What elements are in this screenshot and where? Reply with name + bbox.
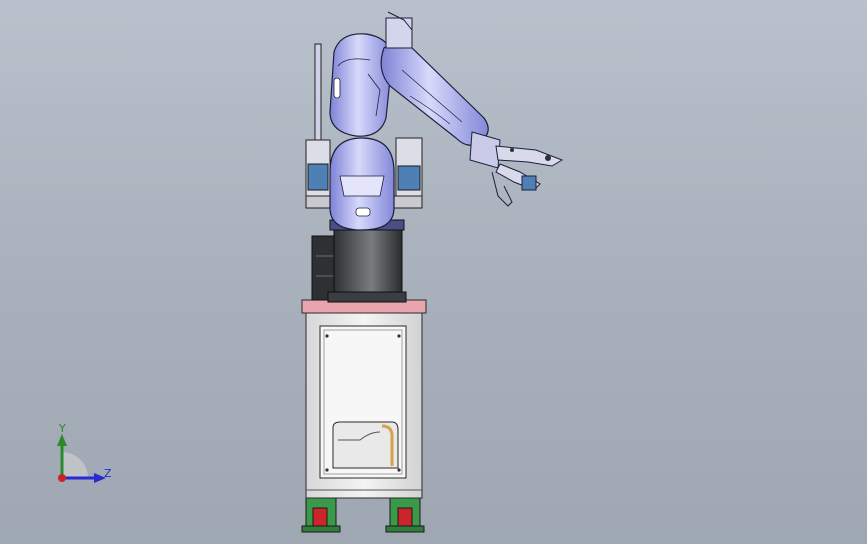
robot-upper-arm[interactable] — [329, 33, 393, 137]
cabinet[interactable] — [301, 299, 427, 499]
robot-shoulder[interactable] — [329, 137, 395, 231]
triad-y-label: Y — [59, 422, 66, 435]
triad-origin — [58, 474, 66, 482]
robot-forearm[interactable] — [380, 11, 489, 146]
robot-gripper[interactable] — [469, 131, 564, 207]
robot-base[interactable] — [311, 219, 407, 303]
robot-model[interactable] — [0, 0, 867, 544]
graphics-viewport[interactable]: Y Z — [0, 0, 867, 544]
triad-graphic — [57, 434, 106, 483]
vertical-rod — [314, 43, 322, 145]
orientation-triad: Y Z — [44, 420, 124, 490]
triad-z-label: Z — [104, 467, 112, 480]
cabinet-feet — [301, 495, 425, 533]
